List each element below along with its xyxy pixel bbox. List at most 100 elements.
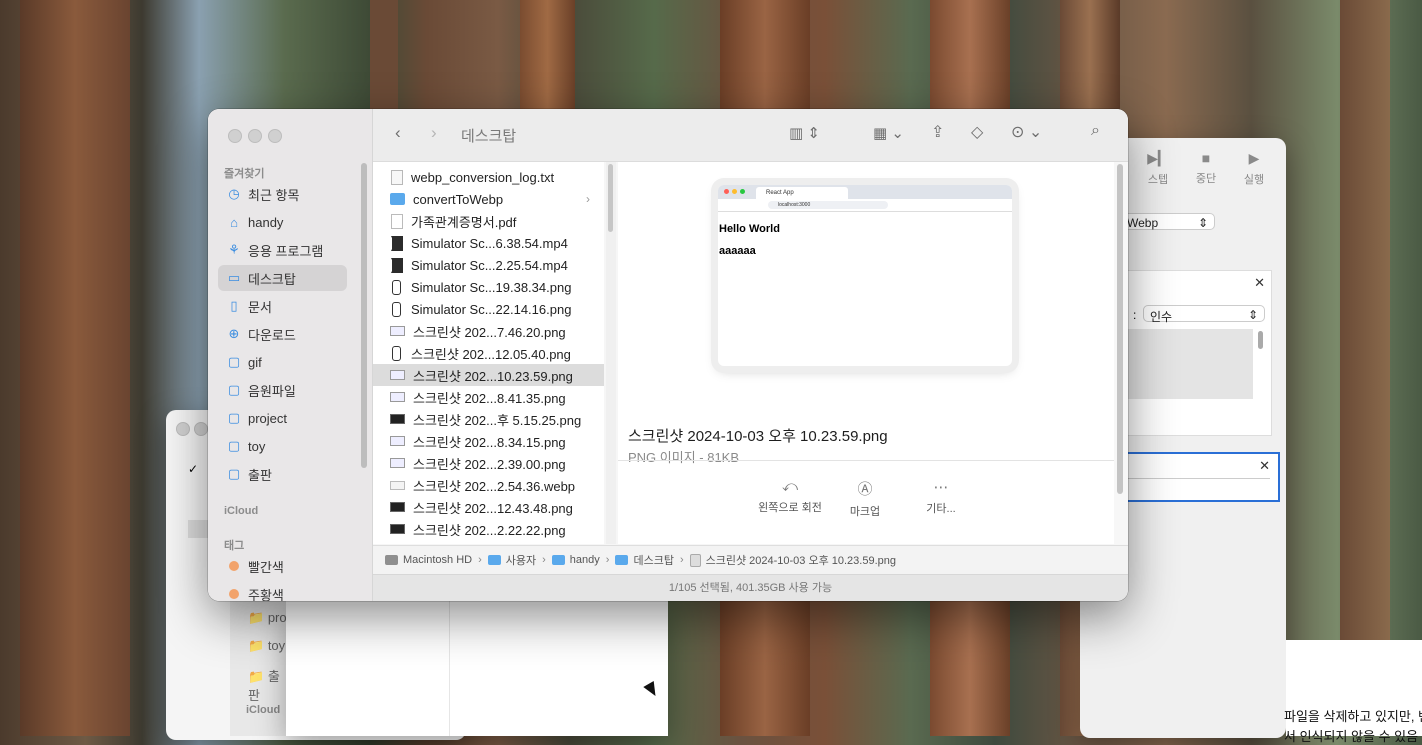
path-segment-label: 데스크탑 (633, 555, 674, 567)
text-document-window: 파일을 삭제하고 있지만, 변 서 인식되지 않을 수 있음 (1284, 640, 1422, 744)
sidebar-item[interactable]: ▭ 데스크탑 (218, 265, 347, 291)
sidebar-item[interactable]: ⌂ handy (218, 209, 347, 235)
close-button[interactable] (228, 129, 242, 143)
text-line: 파일을 삭제하고 있지만, 변 (1284, 709, 1422, 724)
folder-icon: ▢ (227, 466, 241, 481)
action-label: 왼쪽으로 회전 (758, 502, 822, 514)
sidebar-item[interactable]: ▢ project (218, 405, 347, 431)
file-row[interactable]: 스크린샷 202...8.41.35.png (373, 386, 604, 408)
close-button[interactable] (176, 422, 190, 436)
search-icon[interactable]: ⌕ (1091, 122, 1100, 140)
step-button[interactable]: ▶▎ 스텝 (1138, 150, 1178, 187)
file-row[interactable]: Simulator Sc...6.38.54.mp4 (373, 232, 604, 254)
home-icon: ⌂ (230, 214, 238, 230)
scrollbar-thumb[interactable] (608, 164, 613, 232)
sidebar-item-label: toy (248, 438, 266, 454)
share-icon[interactable]: ⇪ (931, 122, 944, 142)
download-icon: ⊕ (228, 326, 240, 341)
webp-file-icon (390, 480, 405, 490)
phone-screenshot-icon (392, 345, 401, 361)
sidebar-scrollbar[interactable] (361, 163, 367, 468)
format-select[interactable]: Webp ⇕ (1120, 213, 1215, 230)
preview-file-name: 스크린샷 2024-10-03 오후 10.23.59.png (628, 428, 888, 445)
path-segment[interactable]: Macintosh HD (385, 554, 472, 566)
sidebar-item[interactable]: ▯ 문서 (218, 293, 347, 319)
more-actions-icon[interactable]: ⊙ ⌄ (1011, 122, 1042, 142)
sidebar-item-label: 음원파일 (248, 383, 296, 399)
run-button[interactable]: ▶ 실행 (1234, 150, 1274, 187)
back-icon[interactable]: ‹ (395, 123, 401, 143)
file-row[interactable]: 스크린샷 202...2.54.36.webp (373, 474, 604, 496)
file-row[interactable]: 스크린샷 202...2.39.00.png (373, 452, 604, 474)
file-row[interactable]: webp_conversion_log.txt (373, 166, 604, 188)
file-row[interactable]: Simulator Sc...19.38.34.png (373, 276, 604, 298)
sidebar-tag[interactable]: 빨간색 (218, 553, 347, 579)
pdf-file-icon (391, 213, 403, 229)
file-row[interactable]: 스크린샷 202...12.05.40.png (373, 342, 604, 364)
sidebar-item[interactable]: ▢ toy (218, 433, 347, 459)
file-row[interactable]: 스크린샷 202...8.34.15.png (373, 430, 604, 452)
file-row[interactable]: 스크린샷 202...2.22.22.png (373, 518, 604, 540)
minimize-button[interactable] (248, 129, 262, 143)
sidebar-tag[interactable]: 주황색 (218, 581, 347, 601)
video-file-icon (391, 257, 403, 273)
sidebar-item-label: 최근 항목 (248, 187, 300, 203)
file-row[interactable]: 스크린샷 202...7.46.20.png (373, 320, 604, 342)
file-name: 가족관계증명서.pdf (411, 214, 517, 230)
image-file-icon (390, 326, 405, 336)
preview-action-button[interactable]: ⋯ 기타... (901, 478, 981, 516)
file-list-scrollbar[interactable] (606, 162, 616, 544)
file-row[interactable]: Simulator Sc...2.25.54.mp4 (373, 254, 604, 276)
path-segment[interactable]: 사용자 (487, 552, 537, 568)
sidebar-item[interactable]: ⊕ 다운로드 (218, 321, 347, 347)
scrollbar-thumb[interactable] (1117, 164, 1123, 494)
path-segment[interactable]: 스크린샷 2024-10-03 오후 10.23.59.png (689, 552, 896, 568)
sidebar-item[interactable]: 📁 출판 (248, 666, 288, 704)
sidebar-item[interactable]: ▢ gif (218, 349, 347, 375)
file-row[interactable]: Simulator Sc...22.14.16.png (373, 298, 604, 320)
group-icon[interactable]: ▦ ⌄ (873, 124, 904, 142)
forward-icon[interactable]: › (431, 123, 437, 143)
file-row[interactable]: 스크린샷 202...12.43.48.png (373, 496, 604, 518)
scrollbar[interactable] (1258, 331, 1263, 349)
file-row[interactable]: 스크린샷 202...후 5.15.25.png (373, 408, 604, 430)
markup-icon: Ⓐ (857, 481, 873, 498)
preview-image: React App localhost:3000 Hello World aaa… (718, 185, 1012, 366)
close-icon[interactable]: ✕ (1259, 458, 1270, 474)
stop-button[interactable]: ■ 중단 (1186, 150, 1226, 186)
file-row[interactable]: 스크린샷 202...10.23.59.png (373, 364, 604, 386)
preview-action-button[interactable]: ⤺ 왼쪽으로 회전 (750, 478, 830, 515)
path-segment[interactable]: handy (551, 554, 600, 566)
zoom-button[interactable] (268, 129, 282, 143)
path-segment-label: 사용자 (505, 555, 537, 567)
tag-icon[interactable]: ◇ (971, 122, 983, 142)
file-name: 스크린샷 202...8.34.15.png (413, 434, 566, 450)
file-row[interactable]: 가족관계증명서.pdf (373, 210, 604, 232)
folder-icon (551, 555, 565, 565)
column-view-icon[interactable]: ▥ ⇕ (789, 124, 820, 142)
preview-scrollbar[interactable] (1114, 162, 1128, 544)
action-panel-focused[interactable]: ✕ (1126, 452, 1280, 502)
minimize-button[interactable] (194, 422, 208, 436)
folder-icon: ▢ (227, 354, 241, 369)
phone-screenshot-icon (392, 279, 401, 295)
path-segment[interactable]: 데스크탑 (615, 552, 674, 568)
image-file-icon (689, 553, 701, 567)
sidebar-item[interactable]: 📁 toy (248, 638, 285, 654)
sidebar-section-title: iCloud (246, 704, 281, 716)
file-row[interactable]: convertToWebp › (373, 188, 604, 210)
run-icon: ▶ (1248, 150, 1260, 166)
close-icon[interactable]: ✕ (1254, 275, 1265, 291)
sidebar-item[interactable]: ◷ 최근 항목 (218, 181, 347, 207)
icloud-section-title: iCloud (224, 505, 259, 517)
finder-sidebar: 즐겨찾기 ◷ 최근 항목 ⌂ handy ⚘ 응용 프로그램 ▭ 데스크탑 ▯ 문서 ⊕ 다운로드 ▢ g… (208, 109, 373, 601)
sidebar-item[interactable]: ▢ 음원파일 (218, 377, 347, 403)
pass-input-select[interactable]: 인수 ⇕ (1143, 305, 1265, 324)
preview-action-button[interactable]: Ⓐ 마크업 (825, 478, 905, 519)
sidebar-item[interactable]: ▢ 출판 (218, 461, 347, 487)
sidebar-item[interactable]: 📁 pro (248, 610, 287, 626)
sidebar-item[interactable]: ⚘ 응용 프로그램 (218, 237, 347, 263)
checkbox-checked-icon[interactable]: ✓ (188, 462, 198, 476)
script-area[interactable] (1127, 329, 1253, 399)
image-file-icon (390, 436, 405, 446)
